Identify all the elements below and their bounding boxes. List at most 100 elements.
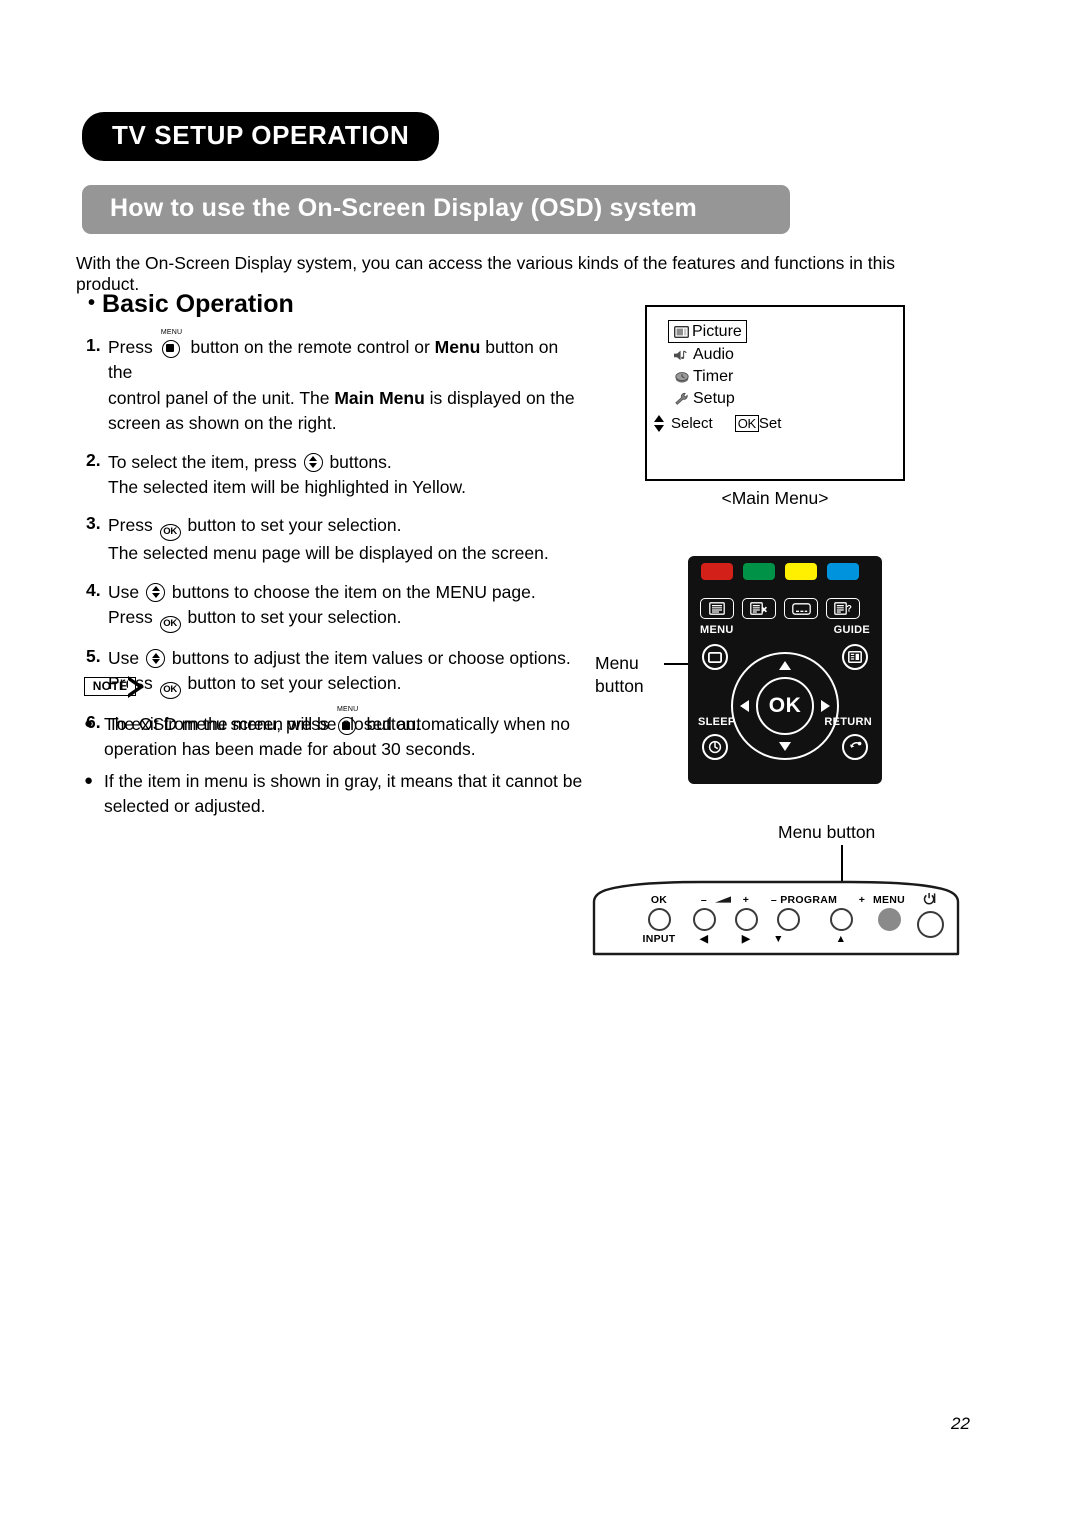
control-panel-callout: Menu button bbox=[778, 822, 876, 842]
remote-callout-line2: button bbox=[595, 675, 644, 696]
main-menu-label: Timer bbox=[693, 368, 734, 385]
step-3-line2: The selected menu page will be displayed… bbox=[108, 543, 549, 564]
dpad-right-arrow-icon[interactable] bbox=[821, 700, 830, 712]
remote-menu-label: MENU bbox=[700, 624, 734, 636]
bullet-glyph: • bbox=[88, 292, 96, 314]
control-panel-buttons: OK INPUT – ◀ + ▶ – PROGRAM ▼ + ▲ MENU bbox=[592, 880, 960, 956]
power-circle[interactable] bbox=[916, 911, 944, 938]
remote-menu-callout: Menu button bbox=[595, 652, 644, 698]
step-1-bold-mainmenu: Main Menu bbox=[334, 387, 425, 408]
note-item-text: If the item in menu is shown in gray, it… bbox=[104, 770, 583, 817]
step-number: 4. bbox=[86, 579, 101, 600]
step-number: 1. bbox=[86, 335, 101, 355]
dpad-down-arrow-icon[interactable] bbox=[779, 742, 791, 751]
note-item-text: The OSD menu screen will be closed autom… bbox=[104, 714, 570, 760]
remote-menu-guide-labels: MENU GUIDE bbox=[700, 624, 870, 636]
ok-circle[interactable] bbox=[647, 908, 671, 931]
main-menu-item-setup[interactable]: Setup bbox=[671, 389, 747, 409]
note-item: ● The OSD menu screen will be closed aut… bbox=[84, 712, 584, 763]
subsection-heading: • Basic Operation bbox=[88, 290, 294, 319]
step-5-post: buttons to adjust the item values or cho… bbox=[171, 648, 571, 668]
volume-down-circle[interactable] bbox=[692, 908, 716, 931]
step-3-pre: Press bbox=[108, 515, 153, 536]
panel-menu-circle[interactable] bbox=[877, 908, 901, 931]
step-4-line2-post: button to set your selection. bbox=[187, 607, 402, 627]
ok-input-button[interactable]: OK INPUT bbox=[636, 894, 682, 945]
main-menu-label: Picture bbox=[692, 322, 742, 340]
dpad-up-arrow-icon[interactable] bbox=[779, 661, 791, 670]
dpad-left-arrow-icon[interactable] bbox=[740, 700, 749, 712]
main-menu-item-timer[interactable]: Timer bbox=[671, 367, 747, 387]
control-panel-leader-line bbox=[841, 845, 843, 885]
step-1-line3: screen as shown on the right. bbox=[108, 413, 337, 434]
up-down-icon bbox=[146, 582, 165, 602]
program-up-circle[interactable] bbox=[830, 908, 853, 931]
note-block: NOTE ● The OSD menu screen will be close… bbox=[84, 675, 584, 826]
panel-menu-label: MENU bbox=[872, 894, 906, 906]
step-2: 2. To select the item, press buttons. Th… bbox=[86, 450, 586, 501]
subsection-title: Basic Operation bbox=[102, 290, 294, 318]
step-number: 2. bbox=[86, 449, 101, 470]
remote-sleep-label: SLEEP bbox=[698, 716, 736, 728]
up-arrow-icon: ▲ bbox=[835, 933, 847, 945]
step-4-post: buttons to choose the item on the MENU p… bbox=[171, 581, 536, 602]
chapter-title: TV SETUP OPERATION bbox=[82, 112, 440, 161]
section-title: How to use the On-Screen Display (OSD) s… bbox=[82, 185, 790, 234]
step-1-line2-pre: control panel of the unit. The bbox=[108, 387, 335, 408]
step-1-post: button on the remote control or bbox=[190, 337, 435, 357]
step-text: Press MENU button on the remote control … bbox=[108, 329, 586, 437]
ok-label: OK bbox=[650, 894, 668, 906]
program-down-circle[interactable] bbox=[777, 908, 800, 931]
note-items: ● The OSD menu screen will be closed aut… bbox=[84, 712, 584, 820]
step-3: 3. Press OK button to set your selection… bbox=[86, 513, 586, 566]
teletext-text-icon[interactable] bbox=[700, 598, 734, 619]
remote-return-button[interactable] bbox=[842, 734, 868, 760]
note-bullet: ● bbox=[84, 771, 94, 789]
remote-sleep-return-labels: SLEEP RETURN bbox=[698, 716, 872, 728]
main-menu-item-audio[interactable]: Audio bbox=[671, 345, 747, 365]
teletext-reveal-icon[interactable]: ? bbox=[826, 598, 860, 619]
panel-menu-button[interactable]: MENU bbox=[866, 894, 912, 933]
teletext-cancel-icon[interactable] bbox=[742, 598, 776, 619]
remote-sleep-button[interactable] bbox=[702, 734, 728, 760]
remote-dpad[interactable]: OK bbox=[731, 652, 839, 760]
volume-up-circle[interactable] bbox=[734, 908, 758, 931]
step-4: 4. Use buttons to choose the item on the… bbox=[86, 580, 586, 633]
remote-guide-label: GUIDE bbox=[833, 624, 870, 636]
volume-plus-label: + bbox=[742, 894, 750, 906]
program-up-button[interactable]: + ▲ bbox=[820, 894, 866, 945]
wrench-icon bbox=[671, 392, 693, 406]
remote-menu-button[interactable] bbox=[702, 644, 728, 670]
green-button[interactable] bbox=[743, 563, 775, 580]
ok-key-icon: OK bbox=[734, 415, 759, 432]
step-4-pre: Use bbox=[108, 581, 140, 602]
remote-control-diagram: ? MENU GUIDE OK SLEEP RETURN bbox=[688, 556, 882, 784]
menu-icon: MENU bbox=[161, 329, 183, 358]
step-3-post: button to set your selection. bbox=[187, 515, 402, 536]
blue-button[interactable] bbox=[827, 563, 859, 580]
up-down-arrow-icon bbox=[653, 415, 665, 432]
note-label: NOTE bbox=[84, 677, 136, 696]
main-menu-item-picture[interactable]: Picture bbox=[668, 320, 747, 343]
step-text: To select the item, press buttons. The s… bbox=[108, 450, 586, 501]
step-number: 3. bbox=[86, 513, 101, 534]
speaker-note-icon bbox=[671, 349, 693, 362]
remote-return-label: RETURN bbox=[824, 716, 872, 728]
subtitle-icon[interactable] bbox=[784, 598, 818, 619]
main-menu-items: Picture Audio Timer Setup bbox=[668, 320, 747, 411]
tv-screen-icon bbox=[670, 325, 692, 338]
step-5-pre: Use bbox=[108, 648, 140, 668]
intro-paragraph: With the On-Screen Display system, you c… bbox=[76, 253, 896, 294]
main-menu-caption: <Main Menu> bbox=[721, 488, 829, 508]
red-button[interactable] bbox=[701, 563, 733, 580]
step-1-line2-post: is displayed on the bbox=[424, 387, 575, 408]
step-2-line2: The selected item will be highlighted in… bbox=[108, 476, 466, 497]
remote-guide-button[interactable] bbox=[842, 644, 868, 670]
panel-power-button[interactable] bbox=[908, 892, 952, 940]
set-label: Set bbox=[758, 415, 782, 432]
yellow-button[interactable] bbox=[785, 563, 817, 580]
control-panel-diagram: OK INPUT – ◀ + ▶ – PROGRAM ▼ + ▲ MENU bbox=[592, 880, 960, 956]
main-menu-label: Audio bbox=[693, 346, 734, 363]
step-4-line2-pre: Press bbox=[108, 607, 153, 627]
step-2-pre: To select the item, press bbox=[108, 451, 297, 472]
